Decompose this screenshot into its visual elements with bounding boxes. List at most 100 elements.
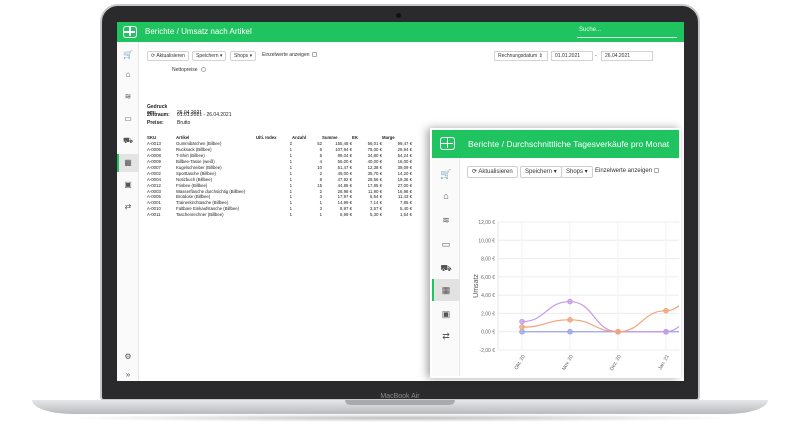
table-body: A-0013 Gummibärchen (Bilbee) 2 52 155,48 €56… <box>147 141 412 218</box>
data-point <box>519 324 525 330</box>
line-chart: 12,00 € 10,00 € 8,00 € 6,00 € 4,00 € 2,00 € 0,… <box>473 220 679 372</box>
single-values-label: Einzelwerte anzeigen <box>262 52 310 58</box>
data-point <box>663 307 669 314</box>
laptop-shadow <box>60 414 740 422</box>
column-header: SKU <box>147 135 157 140</box>
card-icon[interactable]: ▭ <box>122 114 134 124</box>
date-type-select[interactable]: Rechnungsdatum ⇕ <box>494 51 548 61</box>
x-tick-label: Dez. 20 <box>609 354 623 372</box>
title-text: Durchschnittliche Tagesverkäufe pro Mona… <box>506 139 670 149</box>
table-cell: 1 <box>319 212 322 218</box>
prices-value: Brutto <box>177 120 191 126</box>
cart-icon[interactable]: 🛒 <box>440 168 452 180</box>
breadcrumb[interactable]: Berichte <box>468 139 499 149</box>
header-bar: Berichte / Umsatz nach Artikel Suche... <box>117 22 684 42</box>
y-tick-label: 4,00 € <box>481 293 495 299</box>
period-label: Zeitraum: <box>147 112 170 118</box>
cart-icon[interactable]: 🛒 <box>122 50 134 60</box>
expand-icon[interactable]: » <box>122 370 134 380</box>
date-separator: - <box>595 53 597 59</box>
y-tick-label: -2,00 € <box>479 348 495 354</box>
title-text: Umsatz nach Artikel <box>181 27 252 36</box>
data-point <box>567 328 573 335</box>
y-tick-label: 10,00 € <box>478 238 495 244</box>
camera <box>396 13 401 18</box>
table-cell: 5,30 € <box>370 212 382 218</box>
refresh-label: Aktualisieren <box>156 53 185 59</box>
tag-icon[interactable]: ⌂ <box>440 190 452 202</box>
table-row: A-0011 Taschenrechner (Billbee) 1 1 6,99 € 5,… <box>147 212 412 218</box>
net-prices-radio[interactable] <box>200 67 206 73</box>
plot-area <box>497 221 679 351</box>
y-tick-label: 12,00 € <box>478 220 495 226</box>
prices-label: Preise: <box>147 120 164 126</box>
save-label: Speichern <box>525 169 553 175</box>
search-input[interactable]: Suche... <box>577 27 677 38</box>
shops-button[interactable]: Shops ▾ <box>561 166 593 178</box>
calendar-icon[interactable]: ▣ <box>122 180 134 190</box>
y-tick-label: 2,00 € <box>481 311 495 317</box>
date-from-value: 01.01.2021 <box>555 53 581 59</box>
column-header: Ulti. Index <box>256 135 277 140</box>
shops-button[interactable]: Shops ▾ <box>230 51 257 61</box>
chart-icon[interactable]: ▦ <box>122 158 134 168</box>
date-to-value: 26.04.2021 <box>605 53 631 59</box>
single-values-toggle[interactable]: Einzelwerte anzeigen <box>595 168 660 175</box>
y-axis-label: Umsatz <box>473 274 480 298</box>
single-values-toggle[interactable]: Einzelwerte anzeigen <box>262 52 317 58</box>
single-values-checkbox[interactable] <box>311 52 317 58</box>
x-tick-label: Okt. 20 <box>513 354 526 371</box>
exchange-icon[interactable]: ⇄ <box>122 202 134 212</box>
data-point <box>663 328 669 335</box>
y-tick-label: 8,00 € <box>481 257 495 263</box>
y-tick-label: 0,00 € <box>481 330 495 336</box>
data-point <box>615 328 621 335</box>
shops-label: Shops <box>234 53 249 59</box>
refresh-button[interactable]: ⟳ Aktualisieren <box>467 166 518 178</box>
table-cell: A-0011 <box>147 212 161 218</box>
net-prices-label: Nettopreise <box>172 67 198 73</box>
table-cell: 1 <box>289 212 292 218</box>
sidebar: 🛒 ⌂ ≋ ▭ ⛟ ▦ ▣ ⇄ ⚙ » <box>117 42 139 381</box>
data-point <box>567 298 573 305</box>
data-point <box>567 317 573 323</box>
date-to-input[interactable]: 26.04.2021 <box>601 51 653 61</box>
refresh-button[interactable]: ⟳ Aktualisieren <box>147 51 189 61</box>
report-table: SKU Artikel Ulti. Index Anzahl Summe EK … <box>147 134 412 218</box>
laptop-notch <box>345 400 455 405</box>
page-title-2: Berichte / Durchschnittliche Tagesverkäu… <box>468 139 669 149</box>
table-cell: 1,64 € <box>400 212 412 218</box>
breadcrumb-separator: / <box>176 27 179 36</box>
table-header-row: SKU Artikel Ulti. Index Anzahl Summe EK … <box>147 134 412 141</box>
column-header: Marge <box>382 135 395 140</box>
device-brand: MacBook Air <box>380 393 420 400</box>
sdk-icon[interactable]: ≋ <box>122 92 134 102</box>
truck-icon[interactable]: ⛟ <box>122 136 134 146</box>
breadcrumb[interactable]: Berichte <box>145 27 174 36</box>
prices: Preise: Brutto <box>147 120 190 126</box>
single-values-checkbox[interactable] <box>654 168 660 173</box>
single-values-label: Einzelwerte anzeigen <box>595 168 653 175</box>
period: Zeitraum: 01.01.2021 - 26.04.2021 <box>147 112 232 118</box>
x-tick-label: Jan. 21 <box>657 354 671 371</box>
save-button[interactable]: Speichern ▾ <box>192 51 227 61</box>
report-window-2: Berichte / Durchschnittliche Tagesverkäu… <box>430 128 681 378</box>
x-tick-label: Nov. 20 <box>561 354 575 372</box>
save-button[interactable]: Speichern ▾ <box>520 166 562 178</box>
period-value: 01.01.2021 - 26.04.2021 <box>177 112 232 118</box>
date-from-input[interactable]: 01.01.2021 <box>551 51 593 61</box>
tag-icon[interactable]: ⌂ <box>122 70 134 80</box>
page-title: Berichte / Umsatz nach Artikel <box>145 27 252 36</box>
billbee-logo-icon[interactable] <box>440 137 455 150</box>
refresh-label: Aktualisieren <box>478 169 513 175</box>
table-cell: Taschenrechner (Billbee) <box>176 212 224 218</box>
date-type-value: Rechnungsdatum <box>498 53 538 59</box>
billbee-logo-icon[interactable] <box>123 26 137 38</box>
table-cell: Wasserflasche durchsichtig (Billbee) <box>176 188 246 194</box>
net-prices-toggle[interactable]: Nettopreise <box>172 67 206 73</box>
integrations-icon[interactable]: ⚙ <box>122 352 134 362</box>
table-cell: 6,99 € <box>340 212 352 218</box>
column-header: Summe <box>322 135 338 140</box>
data-point <box>519 318 525 325</box>
column-header: Anzahl <box>292 135 307 140</box>
